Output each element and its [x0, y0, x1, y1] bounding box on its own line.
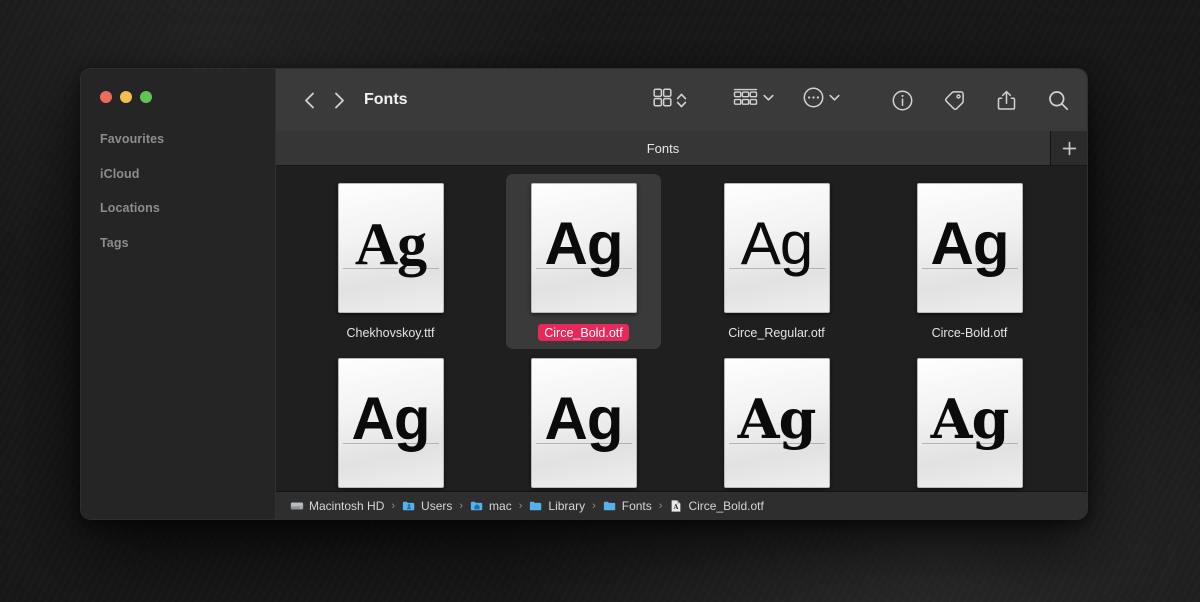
font-preview-thumbnail: Ag	[916, 358, 1023, 488]
breadcrumb-library[interactable]: Library	[529, 499, 585, 513]
group-by-control[interactable]	[733, 88, 775, 112]
search-icon	[1048, 90, 1068, 110]
breadcrumb-label: Macintosh HD	[309, 498, 385, 513]
file-label-selected: Circe_Bold.otf	[538, 324, 629, 341]
sidebar-section-tags[interactable]: Tags	[81, 226, 275, 261]
svg-text:A: A	[673, 504, 679, 511]
file-item[interactable]: Ag Chekhovskoy.ttf	[313, 174, 468, 349]
font-preview-text: Ag	[354, 211, 427, 277]
breadcrumb-label: Fonts	[621, 498, 652, 513]
font-preview-thumbnail: Ag	[530, 358, 637, 488]
tag-icon	[944, 90, 964, 110]
sidebar-section-icloud[interactable]: iCloud	[81, 157, 275, 192]
tab-fonts[interactable]: Fonts	[276, 131, 1050, 165]
action-menu-chevron-down-icon[interactable]	[828, 91, 841, 109]
breadcrumb-separator: ›	[658, 499, 663, 512]
file-item-selected[interactable]: Ag Circe_Bold.otf	[506, 174, 661, 349]
main-pane: Fonts Fonts Ag Chekhovskoy.ttf Ag Circe_…	[276, 69, 1087, 519]
breadcrumb-current-file[interactable]: A Circe_Bold.otf	[669, 498, 764, 513]
font-file-icon: A	[672, 499, 681, 512]
sidebar-section-favourites[interactable]: Favourites	[81, 122, 275, 157]
folder-icon	[603, 501, 615, 510]
folder-icon	[530, 501, 542, 510]
file-item[interactable]: Ag Circe-Bold.otf	[892, 174, 1047, 349]
file-item[interactable]: Ag	[699, 349, 854, 510]
font-preview-text: Ag	[930, 387, 1010, 451]
path-bar: Macintosh HD › Users › mac › Library › F…	[276, 491, 1087, 519]
users-folder-icon	[402, 501, 415, 510]
font-preview-thumbnail: Ag	[723, 183, 830, 313]
breadcrumb-mac[interactable]: mac	[470, 499, 512, 513]
file-icon-grid: Ag Chekhovskoy.ttf Ag Circe_Bold.otf Ag	[276, 166, 1087, 510]
file-item[interactable]: Ag Circe_Regular.otf	[699, 174, 854, 349]
font-preview-thumbnail: Ag	[916, 183, 1023, 313]
chevron-left-icon	[304, 92, 314, 108]
file-label: Circe-Bold.otf	[931, 325, 1008, 340]
breadcrumb-separator: ›	[459, 499, 464, 512]
font-preview-text: Ag	[544, 210, 624, 277]
tag-button[interactable]	[939, 85, 969, 115]
icon-view-grid-icon[interactable]	[653, 88, 672, 112]
minimize-button[interactable]	[120, 91, 132, 103]
breadcrumb-separator: ›	[391, 499, 396, 512]
desktop-background: Favourites iCloud Locations Tags Fonts F…	[0, 0, 1200, 602]
breadcrumb-fonts[interactable]: Fonts	[603, 499, 652, 513]
action-menu-control[interactable]	[803, 87, 841, 113]
file-grid-container: Ag Chekhovskoy.ttf Ag Circe_Bold.otf Ag	[276, 166, 1087, 519]
font-preview-text: Ag	[351, 385, 431, 452]
hard-drive-icon	[290, 502, 304, 509]
window-title: Fonts	[364, 91, 408, 108]
info-circle-icon	[892, 90, 912, 110]
group-by-chevron-down-icon[interactable]	[762, 91, 775, 109]
back-button[interactable]	[294, 85, 324, 115]
toolbar: Fonts	[276, 69, 1087, 131]
breadcrumb-label: Users	[421, 498, 453, 513]
breadcrumb-users[interactable]: Users	[402, 499, 452, 513]
file-label: Chekhovskoy.ttf	[346, 325, 435, 340]
forward-button[interactable]	[324, 85, 354, 115]
breadcrumb-macintosh-hd[interactable]: Macintosh HD	[290, 499, 384, 513]
file-item[interactable]: Ag	[313, 349, 468, 510]
file-label: Circe_Regular.otf	[728, 325, 825, 340]
ellipsis-circle-icon[interactable]	[803, 87, 824, 113]
window-controls	[81, 69, 275, 103]
tab-bar: Fonts	[276, 131, 1087, 166]
share-icon	[997, 90, 1015, 110]
font-preview-text: Ag	[544, 385, 624, 452]
get-info-button[interactable]	[887, 85, 917, 115]
chevron-up-down-icon[interactable]	[676, 92, 687, 109]
font-preview-text: Ag	[737, 387, 817, 451]
font-preview-thumbnail: Ag	[337, 358, 444, 488]
maximize-button[interactable]	[140, 91, 152, 103]
sidebar-section-locations[interactable]: Locations	[81, 191, 275, 226]
close-button[interactable]	[100, 91, 112, 103]
sidebar-sections: Favourites iCloud Locations Tags	[81, 122, 275, 260]
breadcrumb-separator: ›	[592, 499, 596, 512]
finder-window: Favourites iCloud Locations Tags Fonts F…	[80, 68, 1088, 520]
file-item[interactable]: Ag	[506, 349, 661, 510]
search-button[interactable]	[1043, 85, 1073, 115]
sidebar: Favourites iCloud Locations Tags	[81, 69, 276, 519]
font-preview-thumbnail: Ag	[530, 183, 637, 313]
home-folder-icon	[470, 501, 483, 510]
plus-icon	[1062, 141, 1076, 155]
chevron-right-icon	[334, 92, 344, 108]
view-mode-control[interactable]	[653, 88, 687, 112]
breadcrumb-label: Circe_Bold.otf	[688, 498, 764, 513]
font-preview-text: Ag	[740, 210, 813, 277]
breadcrumb-label: mac	[489, 498, 512, 513]
breadcrumb-separator: ›	[518, 499, 523, 512]
font-preview-thumbnail: Ag	[723, 358, 830, 488]
breadcrumb-label: Library	[548, 498, 586, 513]
file-item[interactable]: Ag	[892, 349, 1047, 510]
font-preview-text: Ag	[930, 210, 1010, 277]
group-by-icon[interactable]	[733, 88, 758, 112]
font-preview-thumbnail: Ag	[337, 183, 444, 313]
share-button[interactable]	[991, 85, 1021, 115]
new-tab-button[interactable]	[1050, 131, 1087, 165]
